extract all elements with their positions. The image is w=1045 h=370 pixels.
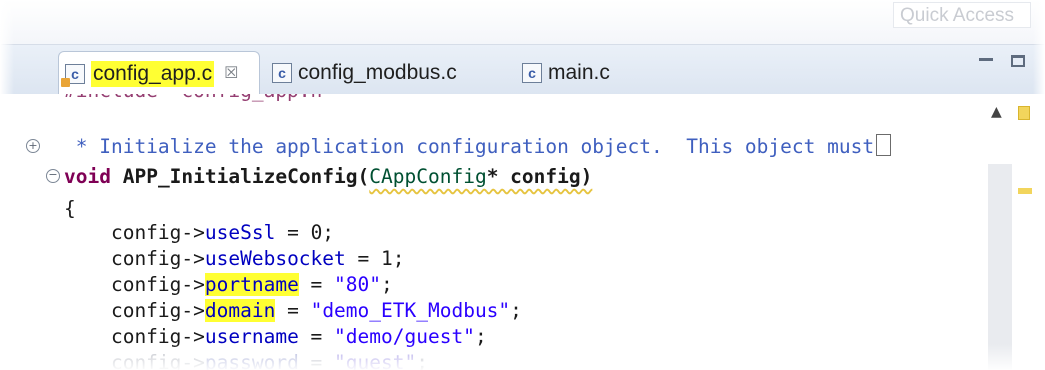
code-line-password: config->password = "guest"; bbox=[64, 348, 428, 370]
code-editor[interactable]: #include "config_app.h" + * Initialize t… bbox=[0, 94, 1045, 370]
tab-config-modbus[interactable]: c config_modbus.c bbox=[272, 51, 457, 95]
tab-label: main.c bbox=[548, 61, 610, 84]
code-area[interactable]: #include "config_app.h" + * Initialize t… bbox=[0, 94, 985, 370]
function-name: APP_InitializeConfig bbox=[122, 165, 358, 188]
c-source-file-icon: c bbox=[61, 63, 85, 87]
paren-open: ( bbox=[357, 165, 370, 188]
string-domain: "demo_ETK_Modbus" bbox=[310, 299, 511, 322]
scroll-up-icon[interactable]: ▲ bbox=[991, 104, 1002, 120]
code-prefix: config-> bbox=[64, 351, 205, 370]
code-line-signature: void APP_InitializeConfig(CAppConfig* co… bbox=[64, 162, 592, 192]
field-username: username bbox=[204, 325, 299, 348]
code-line-comment: * Initialize the application configurati… bbox=[64, 132, 892, 162]
tab-main[interactable]: c main.c bbox=[522, 51, 610, 95]
code-eq: = bbox=[275, 299, 311, 322]
string-username: "demo/guest" bbox=[334, 325, 475, 348]
close-icon[interactable]: ☒ bbox=[224, 65, 238, 82]
tab-config-app[interactable]: c config_app.c ☒ bbox=[58, 51, 260, 95]
param-rest: * config) bbox=[486, 165, 593, 188]
string-portname: "80" bbox=[334, 273, 382, 296]
code-prefix: config-> bbox=[64, 299, 205, 322]
code-prefix: config-> bbox=[64, 221, 205, 244]
collapsed-comment-marker[interactable] bbox=[876, 134, 892, 156]
minimize-icon[interactable] bbox=[979, 57, 993, 61]
tab-label: config_app.c bbox=[91, 60, 215, 87]
field-domain: domain bbox=[204, 299, 276, 322]
code-eq: = bbox=[298, 325, 335, 348]
code-line-include: #include "config_app.h" bbox=[64, 94, 334, 106]
window-controls bbox=[979, 55, 1025, 67]
code-end: ; bbox=[381, 273, 393, 296]
param-type: CAppConfig bbox=[369, 165, 487, 188]
code-end: ; bbox=[416, 351, 428, 370]
collapse-fold-icon[interactable]: − bbox=[46, 169, 60, 183]
field-usessl: useSsl bbox=[204, 221, 276, 244]
code-end: ; bbox=[474, 325, 487, 348]
expand-fold-icon[interactable]: + bbox=[26, 139, 40, 153]
c-source-file-icon: c bbox=[272, 63, 292, 83]
comment-text: * Initialize the application configurati… bbox=[64, 135, 875, 158]
field-password: password bbox=[204, 351, 299, 370]
code-rest: = 0; bbox=[275, 221, 335, 244]
field-usewebsocket: useWebsocket bbox=[204, 247, 346, 270]
overview-ruler-marker-icon[interactable] bbox=[1018, 106, 1030, 120]
vertical-scrollbar[interactable] bbox=[988, 164, 1012, 370]
quick-access-input[interactable]: Quick Access bbox=[893, 2, 1031, 28]
keyword-void: void bbox=[64, 165, 111, 188]
string-password: "guest" bbox=[334, 351, 417, 370]
code-end: ; bbox=[510, 299, 522, 322]
overview-ruler-warning-marker[interactable] bbox=[1018, 188, 1032, 194]
code-prefix: config-> bbox=[64, 247, 205, 270]
code-prefix: config-> bbox=[64, 273, 205, 296]
eclipse-editor-window: Quick Access c config_app.c ☒ c config_m… bbox=[0, 0, 1045, 370]
code-eq: = bbox=[298, 351, 335, 370]
code-eq: = bbox=[298, 273, 335, 296]
c-source-file-icon: c bbox=[522, 63, 542, 83]
top-toolbar: Quick Access bbox=[0, 0, 1045, 44]
maximize-icon[interactable] bbox=[1011, 55, 1025, 67]
field-portname: portname bbox=[204, 273, 299, 296]
code-rest: = 1; bbox=[345, 247, 405, 270]
tab-label: config_modbus.c bbox=[298, 61, 457, 84]
editor-tab-strip: c config_app.c ☒ c config_modbus.c c mai… bbox=[0, 44, 1045, 95]
code-prefix: config-> bbox=[64, 325, 205, 348]
